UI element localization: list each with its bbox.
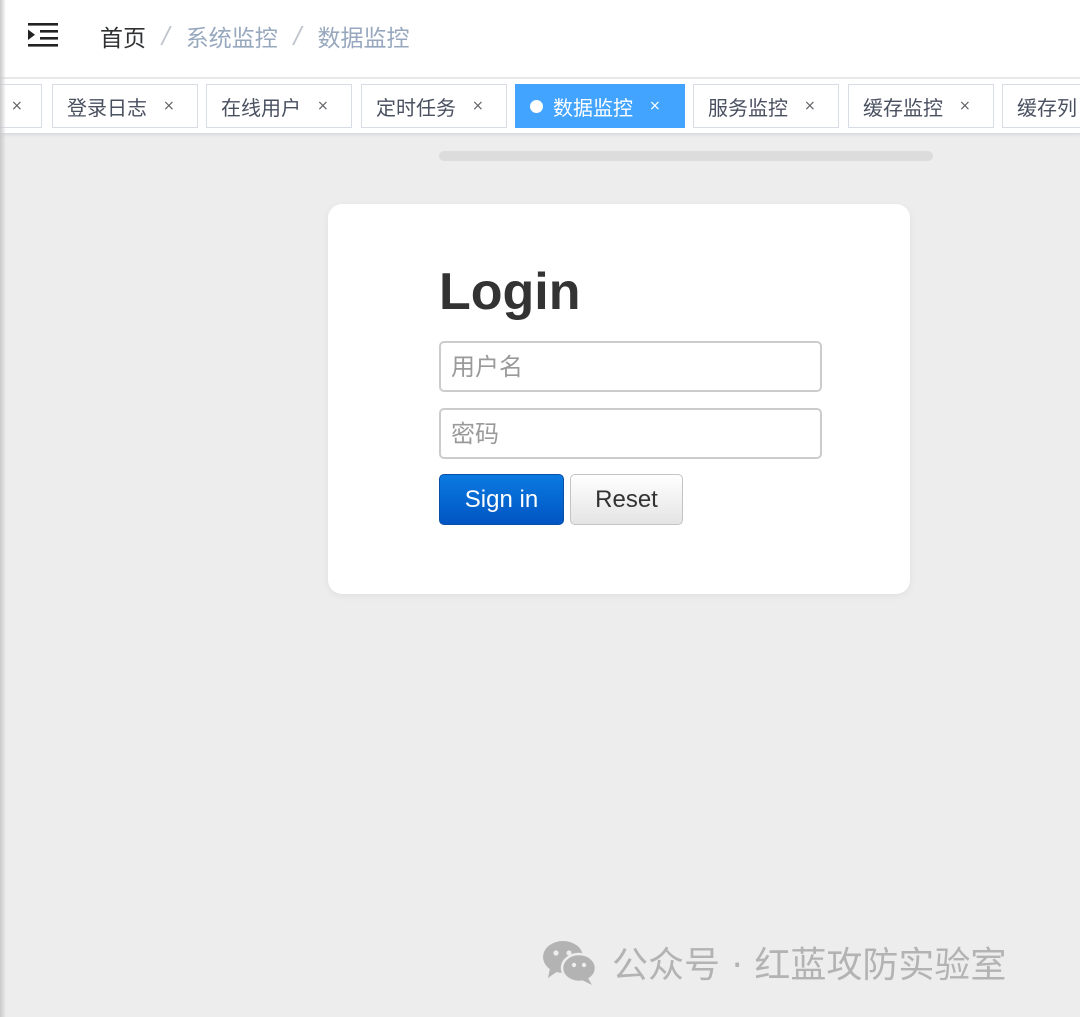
tag-item-online-users[interactable]: 在线用户 × — [206, 84, 352, 128]
login-title: Login — [439, 263, 581, 321]
tag-close-icon[interactable]: × — [649, 98, 661, 114]
breadcrumb-data-monitor: 数据监控 — [317, 26, 410, 52]
breadcrumb-home[interactable]: 首页 — [100, 19, 146, 53]
login-card: Login Sign in Reset — [328, 204, 910, 594]
username-input[interactable] — [439, 341, 822, 392]
tag-label: 登录日志 — [67, 95, 147, 120]
tag-close-icon[interactable]: × — [317, 98, 329, 114]
tag-label: 缓存列 — [1017, 95, 1077, 120]
password-input[interactable] — [439, 408, 822, 459]
breadcrumb: 首页 / 系统监控 / 数据监控 — [100, 18, 410, 54]
breadcrumb-separator: / — [162, 23, 170, 49]
navbar: 首页 / 系统监控 / 数据监控 — [0, 0, 1080, 78]
tag-close-icon[interactable]: × — [804, 98, 816, 114]
active-dot-icon — [530, 99, 543, 113]
tag-label: 定时任务 — [376, 95, 456, 120]
tag-item-login-log[interactable]: 登录日志 × — [52, 84, 198, 128]
tag-close-icon[interactable]: × — [959, 98, 971, 114]
breadcrumb-separator: / — [293, 23, 302, 49]
wechat-icon — [543, 941, 598, 985]
reset-button[interactable]: Reset — [570, 474, 683, 525]
breadcrumb-system-monitor: 系统监控 — [185, 26, 278, 52]
tag-label: 数据监控 — [553, 95, 633, 120]
tag-close-icon[interactable]: × — [163, 98, 175, 114]
sidebar-edge-shadow — [0, 0, 6, 1017]
tag-label: 在线用户 — [221, 95, 301, 120]
tag-close-icon[interactable]: × — [472, 98, 484, 114]
tag-label: 缓存监控 — [863, 95, 943, 120]
tags-view-bar: × 登录日志 × 在线用户 × 定时任务 × 数据监控 × 服务监控 × 缓存监… — [0, 79, 1080, 134]
tag-item-partial[interactable]: × — [0, 84, 42, 128]
watermark: 公众号 · 红蓝攻防实验室 — [542, 934, 1006, 990]
tag-item-service-monitor[interactable]: 服务监控 × — [693, 84, 839, 128]
tag-item-data-monitor[interactable]: 数据监控 × — [515, 84, 685, 128]
tag-item-scheduled-tasks[interactable]: 定时任务 × — [361, 84, 507, 128]
horizontal-scrollbar[interactable] — [439, 151, 933, 161]
tag-item-cache-list[interactable]: 缓存列 — [1002, 84, 1080, 128]
tag-close-icon[interactable]: × — [11, 98, 23, 114]
tag-label: 服务监控 — [708, 95, 788, 120]
tag-item-cache-monitor[interactable]: 缓存监控 × — [848, 84, 994, 128]
hamburger-menu-icon[interactable] — [28, 23, 58, 47]
sign-in-button[interactable]: Sign in — [439, 474, 564, 525]
watermark-text: 公众号 · 红蓝攻防实验室 — [612, 945, 1007, 986]
